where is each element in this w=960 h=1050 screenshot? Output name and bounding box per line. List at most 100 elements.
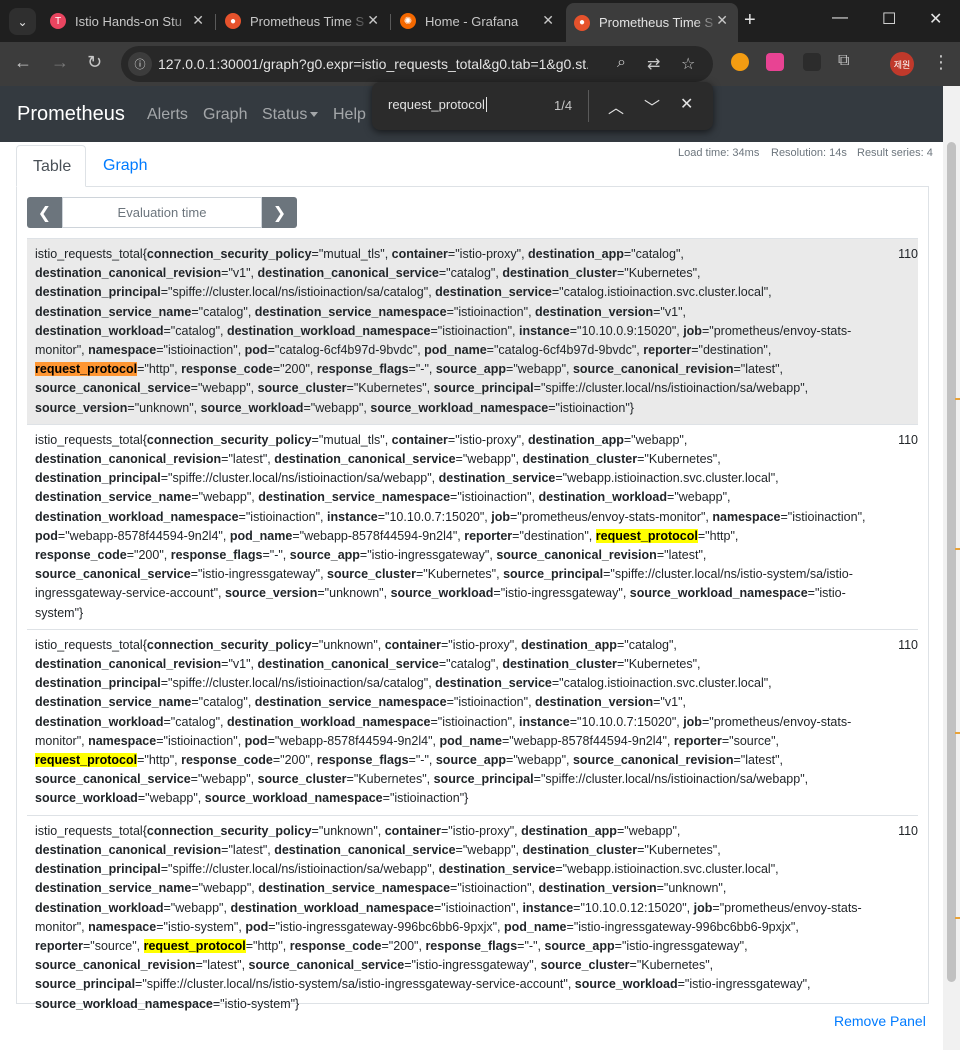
label-name: destination_workload	[538, 490, 668, 505]
label-value: catalog	[203, 695, 244, 710]
label-name: destination_version	[538, 881, 657, 896]
window-close-icon[interactable]: ✕	[929, 9, 942, 29]
label-name: source_principal	[433, 381, 534, 396]
site-info-icon[interactable]: ⓘ	[128, 52, 152, 76]
label-name: response_code	[181, 753, 273, 768]
page-scrollbar-thumb[interactable]	[947, 142, 956, 982]
label-name: source_cluster	[257, 772, 347, 787]
tab-table[interactable]: Table	[16, 145, 86, 187]
address-bar[interactable]: ⓘ 127.0.0.1:30001/graph?g0.expr=istio_re…	[121, 46, 713, 82]
brand-link[interactable]: Prometheus	[17, 103, 125, 126]
tab-search-button[interactable]: ⌄	[9, 8, 36, 35]
label-name: source_canonical_service	[35, 567, 191, 582]
tab-graph[interactable]: Graph	[103, 145, 147, 187]
label-name: source_version	[35, 400, 128, 415]
label-name: connection_security_policy	[146, 247, 312, 261]
label-value: 10.10.0.7:15020	[581, 714, 672, 729]
label-name: source_app	[435, 362, 507, 377]
label-value: istioinaction	[394, 791, 460, 806]
label-name: response_flags	[170, 548, 263, 563]
find-separator	[588, 90, 589, 122]
label-value: destination	[702, 343, 764, 358]
remove-panel-link[interactable]: Remove Panel	[834, 1013, 926, 1029]
extension-icon[interactable]	[803, 53, 821, 71]
chevron-down-icon: ⌄	[17, 14, 28, 29]
maximize-icon[interactable]: ☐	[882, 9, 896, 29]
label-value: Kubernetes	[427, 567, 492, 582]
label-name: destination_workload_namespace	[230, 900, 434, 915]
puzzle-icon[interactable]: ⧉	[838, 52, 849, 70]
evaluation-time-input[interactable]: Evaluation time	[62, 197, 262, 228]
translate-icon[interactable]: ⇄	[647, 54, 660, 74]
browser-tab-2[interactable]: ● Prometheus Time S ✕	[217, 6, 389, 36]
close-icon[interactable]: ✕	[367, 12, 379, 29]
label-name: destination_app	[521, 637, 617, 652]
nav-status[interactable]: Status	[262, 106, 319, 124]
more-menu-icon[interactable]: ⋮	[932, 52, 950, 73]
extension-icon[interactable]	[731, 53, 749, 71]
label-name: destination_cluster	[522, 452, 638, 467]
chevron-down-icon[interactable]: ﹀	[644, 94, 660, 118]
forward-icon[interactable]: →	[51, 52, 69, 73]
label-name: destination_service_name	[35, 304, 192, 319]
label-value: webapp	[315, 400, 359, 415]
label-value: istio-ingressgateway	[626, 938, 740, 953]
reload-icon[interactable]: ↻	[87, 52, 102, 73]
label-value: webapp	[467, 842, 512, 857]
browser-tab-3[interactable]: ✺ Home - Grafana ✕	[392, 6, 564, 36]
label-name: container	[384, 637, 441, 652]
label-name: source_canonical_revision	[572, 362, 734, 377]
close-icon[interactable]: ✕	[680, 94, 693, 114]
nav-help[interactable]: Help	[333, 106, 366, 124]
nav-alerts[interactable]: Alerts	[147, 106, 188, 124]
minimize-icon[interactable]: —	[832, 9, 848, 27]
label-value: latest	[745, 753, 776, 768]
eval-next-button[interactable]: ❯	[262, 197, 297, 228]
table-row[interactable]: istio_requests_total{connection_security…	[27, 814, 918, 1020]
label-value: spiffe://cluster.local/ns/istioinaction/…	[545, 772, 801, 787]
new-tab-icon[interactable]: +	[744, 9, 756, 32]
table-row[interactable]: istio_requests_total{connection_security…	[27, 238, 918, 424]
prometheus-favicon-icon: ●	[225, 13, 241, 29]
avatar[interactable]: 제원	[890, 52, 914, 76]
label-name: source_workload_namespace	[370, 400, 549, 415]
label-value: -	[528, 938, 534, 953]
label-value: catalog	[175, 714, 216, 729]
label-name: source_canonical_service	[248, 958, 405, 973]
label-value: v1	[664, 304, 679, 319]
table-row[interactable]: istio_requests_total{connection_security…	[27, 423, 918, 629]
label-name: namespace	[88, 919, 157, 934]
close-icon[interactable]: ✕	[542, 12, 554, 29]
find-in-page-icon[interactable]: ⌕	[617, 54, 626, 72]
browser-tab-4-active[interactable]: ● Prometheus Time S ✕	[566, 3, 738, 42]
label-value: catalog	[175, 323, 216, 338]
metric-name: istio_requests_total	[35, 247, 143, 261]
label-name: source_canonical_service	[35, 381, 191, 396]
nav-graph[interactable]: Graph	[203, 106, 247, 124]
label-name: source_canonical_revision	[496, 548, 657, 563]
find-input[interactable]: request_protocol	[388, 97, 487, 112]
eval-prev-button[interactable]: ❮	[27, 197, 62, 228]
label-name: destination_workload	[35, 714, 164, 729]
close-icon[interactable]: ✕	[192, 12, 204, 29]
istio-favicon-icon: T	[50, 13, 66, 29]
label-value: 200	[138, 548, 160, 563]
label-value: mutual_tls	[323, 247, 381, 261]
label-name: job	[491, 509, 510, 524]
label-value: unknown	[323, 823, 374, 838]
label-name: destination_service_name	[35, 490, 192, 505]
browser-tab-1[interactable]: T Istio Hands-on Stu ✕	[42, 6, 214, 36]
label-value: catalog	[203, 304, 244, 319]
table-row[interactable]: istio_requests_total{connection_security…	[27, 628, 918, 815]
label-name: instance	[327, 509, 378, 524]
close-icon[interactable]: ✕	[716, 12, 728, 29]
bookmark-star-icon[interactable]: ☆	[681, 54, 695, 74]
chevron-up-icon[interactable]: ︿	[608, 94, 624, 118]
label-value: catalog	[450, 266, 491, 281]
find-match-marker	[955, 548, 960, 550]
back-icon[interactable]: ←	[14, 52, 32, 73]
label-value: webapp	[467, 452, 512, 467]
label-name: source_principal	[433, 772, 534, 787]
label-value: webapp-8578f44594-9n2l4	[304, 528, 453, 543]
extension-icon[interactable]	[766, 53, 784, 71]
